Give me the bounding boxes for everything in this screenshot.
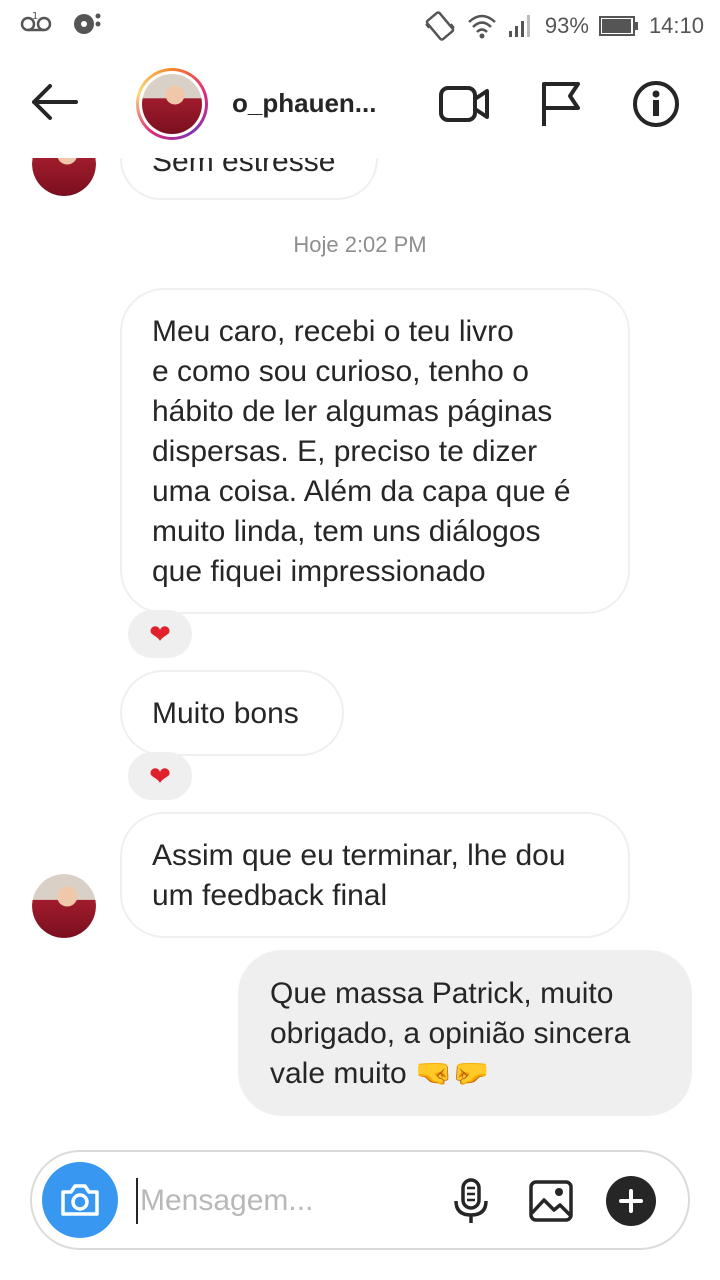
- message-thread[interactable]: Sem estresse Hoje 2:02 PM Meu caro, rece…: [0, 158, 720, 1143]
- heart-icon: ❤: [149, 760, 171, 791]
- profile-avatar[interactable]: [136, 68, 208, 140]
- message-line: Muito bons: [152, 697, 299, 730]
- username[interactable]: o_phauen...: [232, 88, 376, 119]
- plus-icon: [619, 1189, 643, 1213]
- message-input[interactable]: [136, 1178, 436, 1224]
- message-line: dispersas. E, preciso te dizer: [152, 435, 538, 468]
- message-text: Sem estresse: [152, 158, 336, 178]
- message-line: muito linda, tem uns diálogos: [152, 515, 541, 548]
- message-line: uma coisa. Além da capa que é: [152, 475, 571, 508]
- camera-icon: [61, 1184, 99, 1216]
- message-bubble-sent[interactable]: Que massa Patrick, muito obrigado, a opi…: [238, 950, 692, 1116]
- message-line: Que massa Patrick, muito: [270, 977, 614, 1010]
- image-icon: [529, 1180, 573, 1222]
- message-bubble[interactable]: Meu caro, recebi o teu livro e como sou …: [120, 288, 630, 614]
- microphone-icon: [454, 1178, 488, 1223]
- back-arrow-icon[interactable]: [28, 80, 80, 124]
- message-line: e como sou curioso, tenho o: [152, 355, 529, 388]
- avatar[interactable]: [32, 874, 96, 938]
- heart-icon: ❤: [149, 618, 171, 649]
- voicemail-icon: 1: [20, 11, 52, 32]
- message-line: Assim que eu terminar, lhe dou: [152, 839, 566, 872]
- battery-icon: [598, 16, 638, 36]
- message-line: um feedback final: [152, 879, 388, 912]
- message-line: obrigado, a opinião sincera: [270, 1017, 631, 1050]
- info-icon[interactable]: [630, 80, 682, 128]
- heart-reaction[interactable]: ❤: [128, 610, 192, 658]
- microphone-button[interactable]: [446, 1176, 496, 1226]
- heart-reaction[interactable]: ❤: [128, 752, 192, 800]
- message-line: Meu caro, recebi o teu livro: [152, 315, 514, 348]
- message-bubble[interactable]: Muito bons: [120, 670, 344, 756]
- camera-button[interactable]: [42, 1162, 118, 1238]
- message-line: vale muito 🤜🤛: [270, 1057, 490, 1090]
- sync-icon: [74, 13, 101, 34]
- svg-text:1: 1: [32, 11, 38, 22]
- message-composer: [30, 1150, 690, 1250]
- gallery-button[interactable]: [526, 1176, 576, 1226]
- timestamp: Hoje 2:02 PM: [293, 232, 427, 257]
- signal-icon: [508, 15, 530, 37]
- vibrate-icon: [425, 11, 455, 41]
- status-bar: 1 93% 14:10: [0, 0, 720, 48]
- message-bubble-partial[interactable]: Sem estresse: [120, 158, 378, 200]
- message-bubble[interactable]: Assim que eu terminar, lhe dou um feedba…: [120, 812, 630, 938]
- video-call-icon[interactable]: [438, 80, 490, 128]
- wifi-icon: [468, 14, 496, 39]
- message-line: hábito de ler algumas páginas: [152, 395, 553, 428]
- more-options-button[interactable]: [606, 1176, 656, 1226]
- chat-header: o_phauen...: [0, 48, 720, 158]
- clock: 14:10: [648, 13, 704, 38]
- battery-percent: 93%: [544, 13, 589, 38]
- message-line: que fiquei impressionado: [152, 555, 486, 588]
- flag-icon[interactable]: [536, 80, 588, 128]
- avatar[interactable]: [32, 158, 96, 196]
